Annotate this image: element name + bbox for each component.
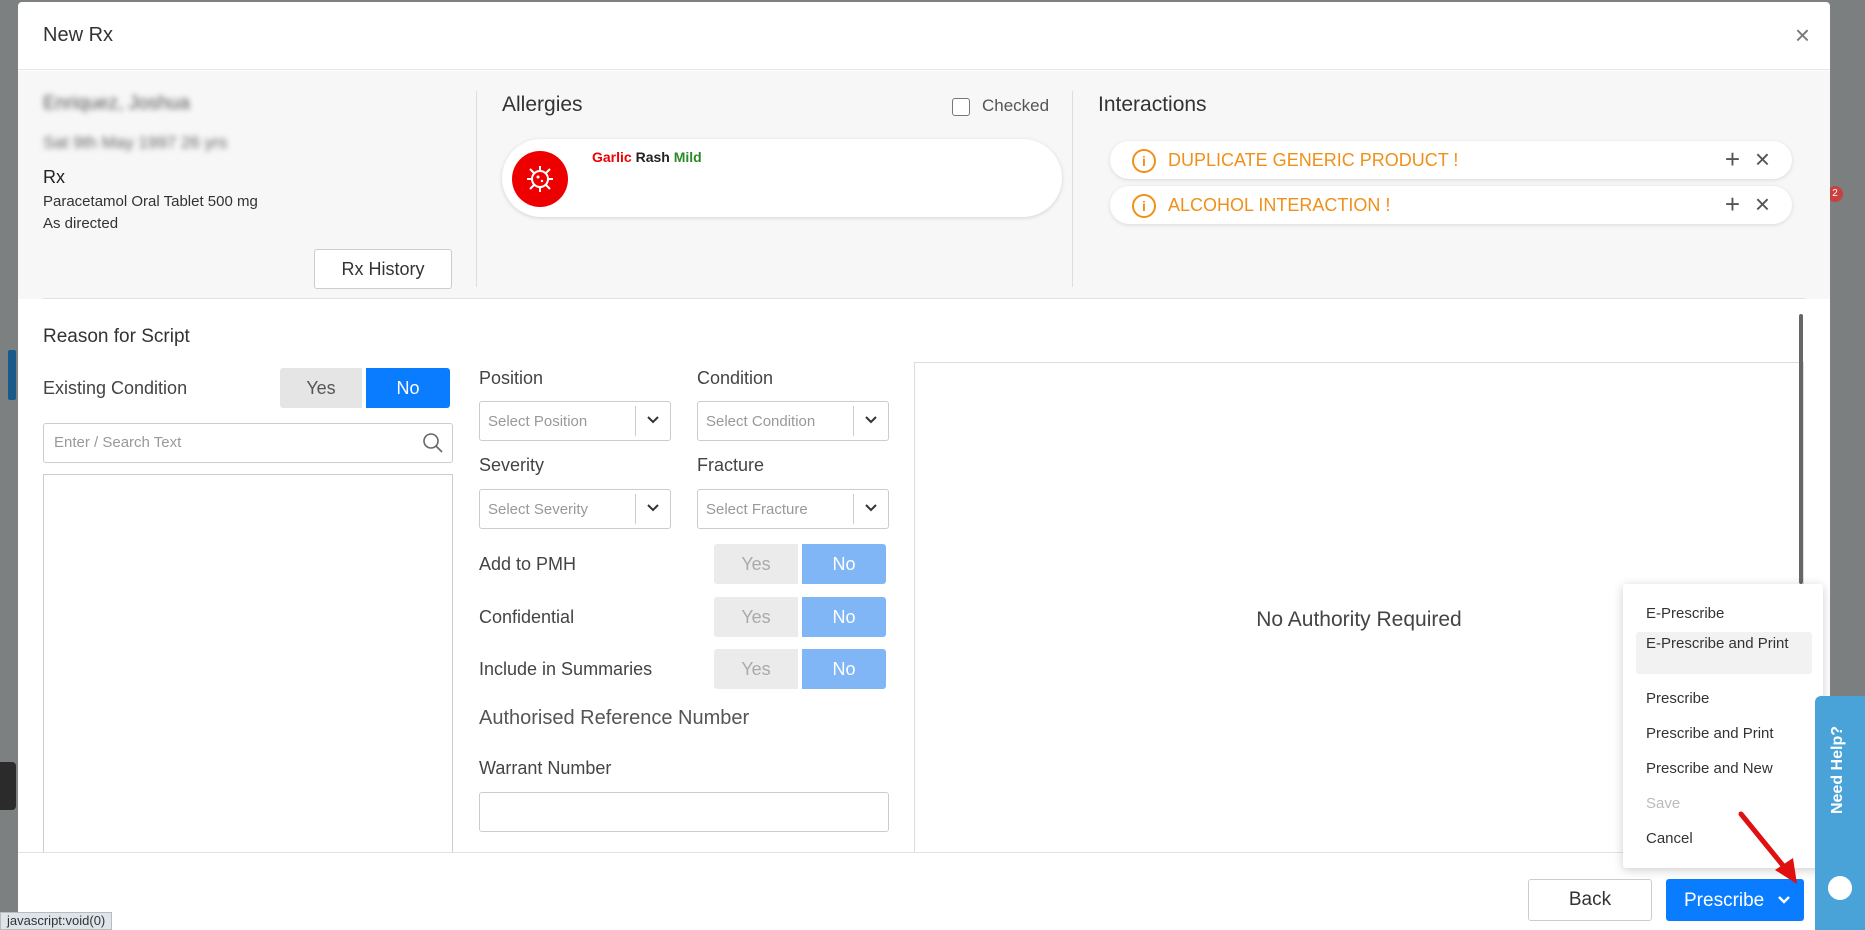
chevron-down-icon [865, 504, 877, 512]
chevron-down-icon[interactable] [1776, 892, 1792, 908]
authorised-reference-label: Authorised Reference Number [479, 707, 750, 729]
interaction-text: DUPLICATE GENERIC PRODUCT ! [1168, 150, 1459, 170]
select-divider [635, 406, 636, 436]
need-help-label: Need Help? [1829, 726, 1846, 815]
search-placeholder: Enter / Search Text [54, 434, 182, 451]
backdrop-side-icon [0, 762, 16, 810]
menu-item-prescribe[interactable]: Prescribe [1636, 687, 1812, 710]
scrollbar[interactable] [1799, 314, 1803, 584]
confidential-label: Confidential [479, 607, 575, 627]
close-icon[interactable]: × [1795, 22, 1810, 48]
warrant-number-label: Warrant Number [479, 758, 612, 778]
red-arrow-annotation [1738, 811, 1797, 884]
confidential-yes-button[interactable]: Yes [714, 597, 798, 637]
virus-icon [512, 151, 568, 207]
allergies-title: Allergies [502, 93, 583, 116]
chevron-down-icon [865, 416, 877, 424]
back-button[interactable]: Back [1528, 879, 1652, 921]
plus-icon[interactable]: + [1725, 144, 1740, 175]
prescribe-label: Prescribe [1684, 890, 1765, 911]
info-icon: i [1132, 149, 1156, 173]
chevron-down-icon [647, 504, 659, 512]
add-to-pmh-label: Add to PMH [479, 554, 577, 574]
chevron-down-icon [647, 416, 659, 424]
search-icon[interactable] [422, 432, 444, 454]
fracture-select[interactable]: Select Fracture [697, 489, 889, 529]
position-select[interactable]: Select Position [479, 401, 671, 441]
menu-item-e-prescribe-and-print[interactable]: E-Prescribe and Print [1636, 632, 1812, 674]
warrant-number-input[interactable] [479, 792, 889, 832]
confidential-no-button[interactable]: No [802, 597, 886, 637]
interaction-text: ALCOHOL INTERACTION ! [1168, 195, 1391, 215]
select-placeholder: Select Fracture [706, 501, 808, 518]
rx-label: Rx [43, 167, 65, 187]
existing-condition-yes-button[interactable]: Yes [280, 368, 362, 408]
position-label: Position [479, 368, 544, 388]
info-icon: i [1132, 194, 1156, 218]
chat-icon [1828, 876, 1852, 900]
patient-name: Enriquez, Joshua [43, 93, 190, 114]
modal-footer: Back Prescribe [18, 852, 1830, 930]
new-rx-modal: New Rx × Enriquez, Joshua Sat 9th May 19… [18, 2, 1830, 930]
divider [43, 298, 1805, 299]
existing-condition-label: Existing Condition [43, 378, 188, 398]
divider [1072, 91, 1073, 287]
allergy-agent: Garlic [592, 149, 632, 165]
select-divider [853, 494, 854, 524]
allergies-checked-label: Checked [982, 96, 1050, 115]
interaction-alert: i ALCOHOL INTERACTION ! + × [1110, 186, 1792, 224]
interaction-alert: i DUPLICATE GENERIC PRODUCT ! + × [1110, 141, 1792, 179]
interactions-title: Interactions [1098, 93, 1207, 116]
menu-item-prescribe-and-print[interactable]: Prescribe and Print [1636, 722, 1812, 745]
severity-select[interactable]: Select Severity [479, 489, 671, 529]
allergies-checked-checkbox[interactable] [952, 98, 970, 116]
select-divider [635, 494, 636, 524]
menu-item-e-prescribe[interactable]: E-Prescribe [1636, 602, 1812, 625]
modal-title: New Rx [43, 24, 114, 46]
modal-header: New Rx × [18, 2, 1830, 70]
need-help-tab[interactable]: Need Help? [1815, 696, 1865, 930]
condition-list[interactable] [43, 474, 453, 854]
severity-label: Severity [479, 455, 545, 475]
include-in-summaries-no-button[interactable]: No [802, 649, 886, 689]
existing-condition-no-button[interactable]: No [366, 368, 450, 408]
allergy-card: Garlic Rash Mild [502, 139, 1062, 217]
rx-drug: Paracetamol Oral Tablet 500 mg [43, 193, 258, 210]
menu-item-prescribe-and-new[interactable]: Prescribe and New [1636, 757, 1812, 780]
rx-direction: As directed [43, 215, 119, 232]
select-placeholder: Select Severity [488, 501, 589, 518]
rx-history-button[interactable]: Rx History [314, 249, 452, 289]
divider [476, 91, 477, 287]
search-input[interactable]: Enter / Search Text [43, 423, 453, 463]
close-icon[interactable]: × [1755, 189, 1770, 220]
plus-icon[interactable]: + [1725, 189, 1740, 220]
patient-summary-section: Enriquez, Joshua Sat 9th May 1997 26 yrs… [18, 71, 1830, 299]
allergy-text: Garlic Rash Mild [592, 149, 702, 165]
patient-dob: Sat 9th May 1997 26 yrs [43, 133, 228, 152]
backdrop-leftbar [8, 350, 16, 400]
fracture-label: Fracture [697, 455, 765, 475]
add-to-pmh-no-button[interactable]: No [802, 544, 886, 584]
select-divider [853, 406, 854, 436]
reason-title: Reason for Script [43, 326, 190, 347]
condition-label: Condition [697, 368, 774, 388]
include-in-summaries-label: Include in Summaries [479, 659, 653, 679]
condition-select[interactable]: Select Condition [697, 401, 889, 441]
close-icon[interactable]: × [1755, 144, 1770, 175]
add-to-pmh-yes-button[interactable]: Yes [714, 544, 798, 584]
status-url: javascript:void(0) [0, 912, 113, 930]
allergy-reaction: Rash [635, 149, 670, 165]
allergy-severity: Mild [673, 149, 702, 165]
select-placeholder: Select Position [488, 413, 588, 430]
select-placeholder: Select Condition [706, 413, 816, 430]
include-in-summaries-yes-button[interactable]: Yes [714, 649, 798, 689]
